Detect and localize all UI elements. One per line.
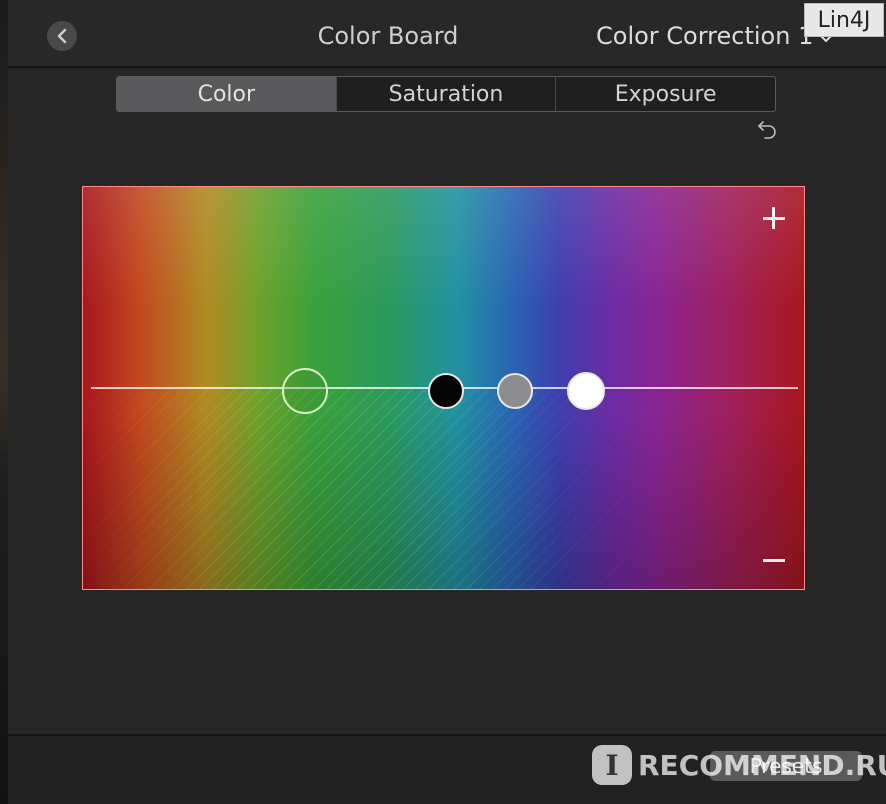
reset-button[interactable] <box>756 117 780 141</box>
chevron-left-icon <box>57 28 67 44</box>
undo-icon <box>758 121 776 139</box>
global-puck[interactable] <box>282 368 328 414</box>
color-correction-label: Color Correction 1 <box>596 22 814 50</box>
board-hatch-pattern <box>83 387 804 589</box>
page-title: Color Board <box>317 22 459 50</box>
left-edge-strip <box>0 0 8 804</box>
shadows-puck[interactable] <box>428 373 464 409</box>
color-board[interactable] <box>82 186 805 590</box>
watermark-text: RECOMMEND.RU <box>638 748 886 782</box>
watermark-badge-top: Lin4J <box>804 3 884 37</box>
color-correction-dropdown[interactable]: Color Correction 1 <box>596 22 833 50</box>
tab-exposure[interactable]: Exposure <box>556 77 775 111</box>
tab-saturation[interactable]: Saturation <box>337 77 557 111</box>
tab-color[interactable]: Color <box>117 77 337 111</box>
highlights-puck[interactable] <box>567 372 605 410</box>
plus-icon <box>761 205 787 231</box>
watermark-recommend: I RECOMMEND.RU <box>592 742 886 788</box>
board-tabs: Color Saturation Exposure <box>116 76 776 112</box>
midtones-puck[interactable] <box>497 373 533 409</box>
watermark-logo: I <box>592 745 632 785</box>
back-button[interactable] <box>47 21 77 51</box>
minus-icon <box>761 547 787 573</box>
